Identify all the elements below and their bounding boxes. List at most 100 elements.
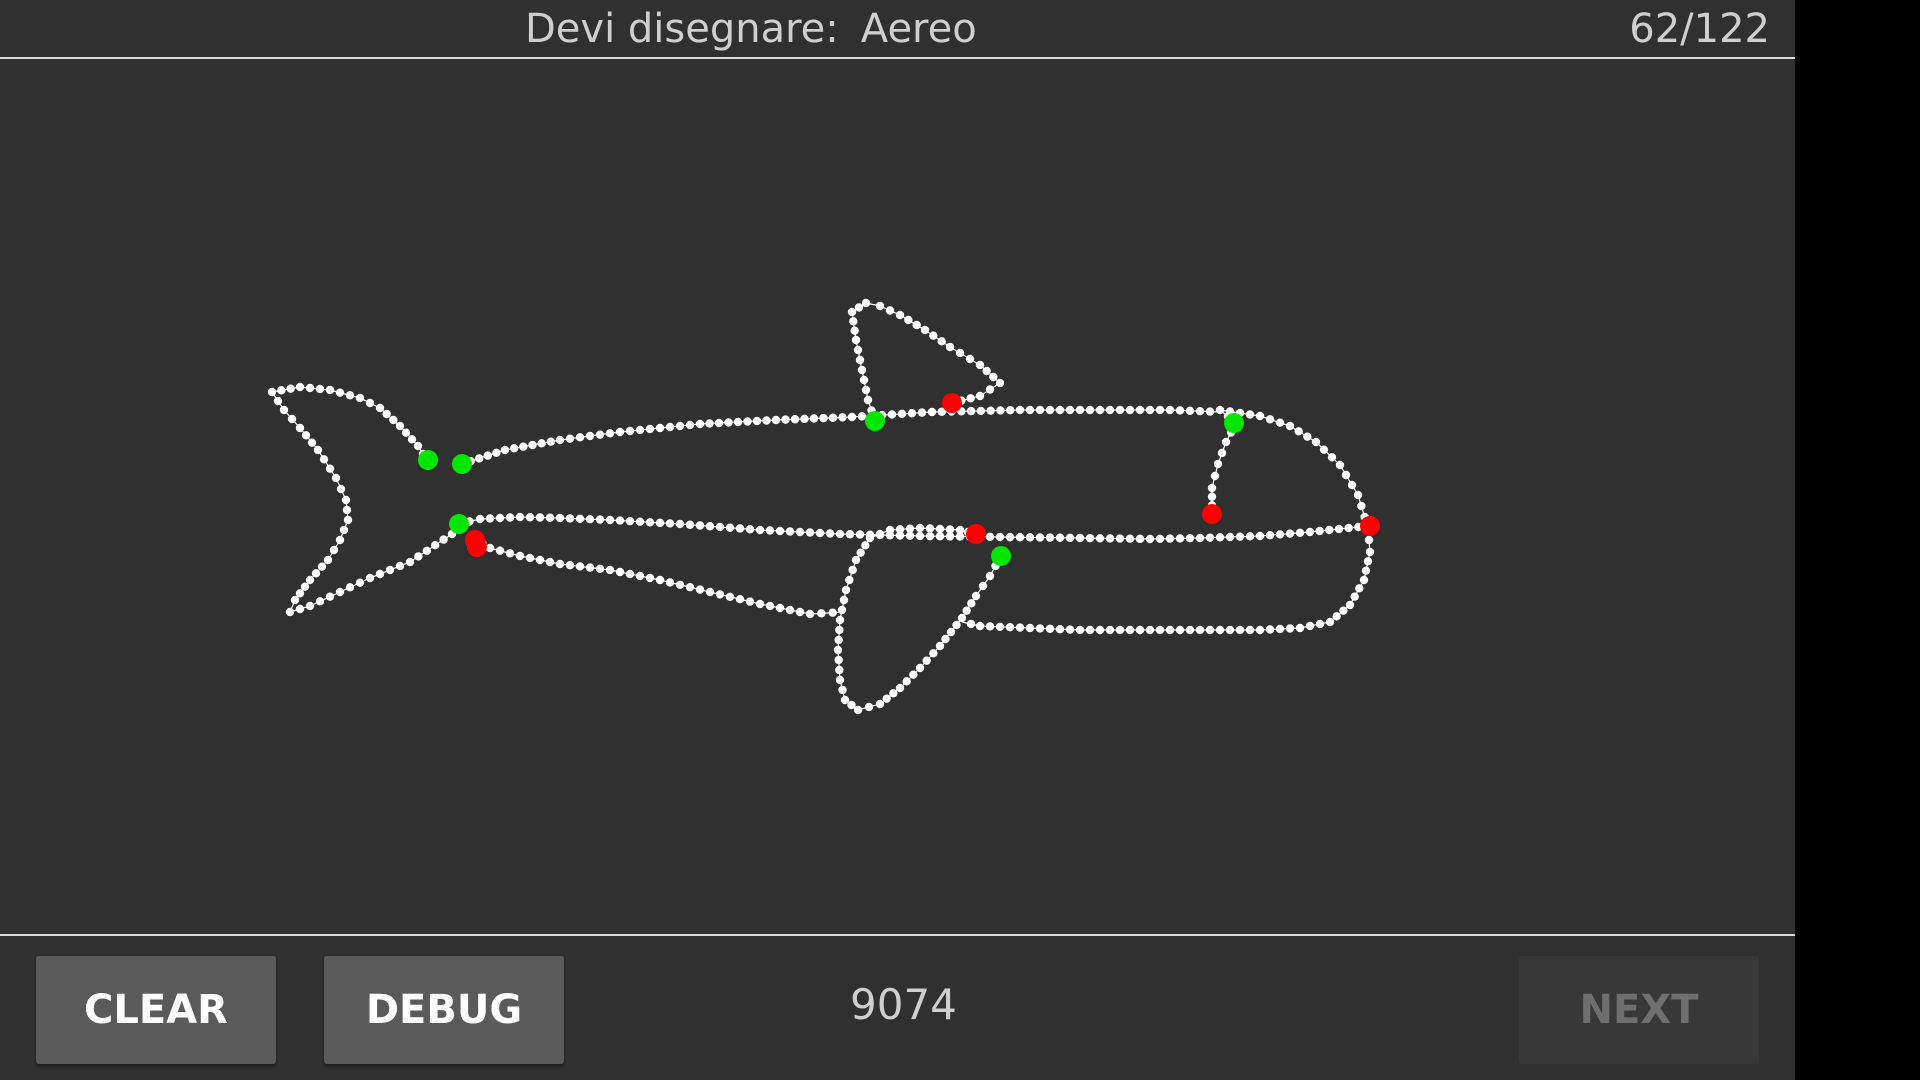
stroke-point [1344,523,1353,533]
stroke-point [1305,527,1315,537]
stroke-point [1339,606,1348,615]
stroke-point [1355,584,1364,593]
stroke-point [985,532,995,542]
stroke-point [982,366,991,376]
drawing-canvas[interactable] [0,59,1795,933]
stroke-point [1095,405,1105,415]
stroke-point [1135,405,1145,415]
stroke-point [725,523,735,532]
stroke-point [375,569,385,579]
stroke-point [305,575,315,585]
stroke-start-marker [1224,413,1244,433]
stroke-point [273,396,283,406]
stroke-point [1205,407,1215,416]
stroke-point [546,437,556,446]
stroke-point [575,433,585,442]
stroke-point [1055,625,1065,634]
stroke-point [483,451,492,460]
stroke-point [1015,533,1025,542]
stroke-point [995,378,1005,388]
stroke-point [1221,437,1231,447]
stroke-point [1165,625,1175,635]
stroke-point [967,599,976,608]
stroke-point [1145,405,1155,415]
stroke-point [1145,625,1155,635]
stroke-point [976,406,986,416]
stroke-point [1205,533,1215,542]
stroke-start-marker [452,454,472,474]
stroke-point [1315,619,1325,629]
stroke-point [735,524,745,533]
stroke-point [1015,623,1025,632]
stroke-point [941,634,950,644]
stroke-point [965,354,975,364]
stroke-point [325,592,335,601]
stroke-point [835,529,845,539]
stroke-point [431,541,440,550]
stroke-point [439,535,448,544]
stroke-point [715,522,725,532]
stroke-point [885,525,895,535]
stroke-point [775,603,785,613]
stroke-point [545,513,555,522]
next-button[interactable]: NEXT [1519,956,1759,1064]
stroke-point [1185,625,1195,635]
stroke-point [1315,526,1324,536]
stroke-point [287,414,297,424]
debug-button[interactable]: DEBUG [324,956,564,1064]
stroke-point [1210,471,1220,481]
stroke-point [865,533,875,543]
stroke-end-marker [467,537,487,557]
stroke-point [887,410,897,419]
side-panel [1795,0,1920,1080]
stroke-point [1334,524,1344,534]
stroke-point [535,513,545,522]
stroke-end-marker [966,524,986,544]
stroke-point [1195,625,1205,635]
stroke-point [405,557,415,567]
stroke-point [841,585,851,595]
stroke-point [945,525,955,534]
stroke-point [724,418,733,427]
stroke-point [325,385,335,395]
stroke-point [1207,483,1217,493]
stroke-point [845,530,855,539]
stroke-point [475,454,484,463]
stroke-point [1175,406,1185,415]
stroke-point [1035,624,1045,633]
stroke-point [336,484,346,494]
stroke-point [1325,525,1334,535]
stroke-point [685,420,695,430]
stroke-point [1055,533,1065,542]
stroke-point [528,440,537,450]
stroke-point [625,569,635,579]
stroke-point [555,435,565,445]
stroke-point [1105,625,1115,635]
stroke-point [1095,534,1105,543]
stroke-point [1085,533,1095,543]
stroke-point [1085,405,1095,415]
clear-button[interactable]: CLEAR [36,956,276,1064]
stroke-point [835,625,844,635]
stroke-point [1215,405,1225,415]
stroke-point [1065,405,1075,415]
stroke-point [962,606,971,615]
stroke-point [295,423,305,433]
stroke-point [1105,405,1115,415]
stroke-point [743,417,752,426]
stroke-point [485,543,495,553]
stroke-point [838,685,847,695]
stroke-point [978,581,988,591]
stroke-point [920,325,930,335]
stroke-point [331,473,341,483]
stroke-point [290,595,300,605]
stroke-point [317,562,327,571]
stroke-point [839,595,849,605]
stroke-point [828,413,838,422]
stroke-point [1359,575,1369,585]
stroke-point [840,695,850,705]
stroke-point [957,613,967,623]
stroke-point [1185,534,1195,543]
stroke-point [1005,532,1015,542]
stroke-point [819,413,828,423]
